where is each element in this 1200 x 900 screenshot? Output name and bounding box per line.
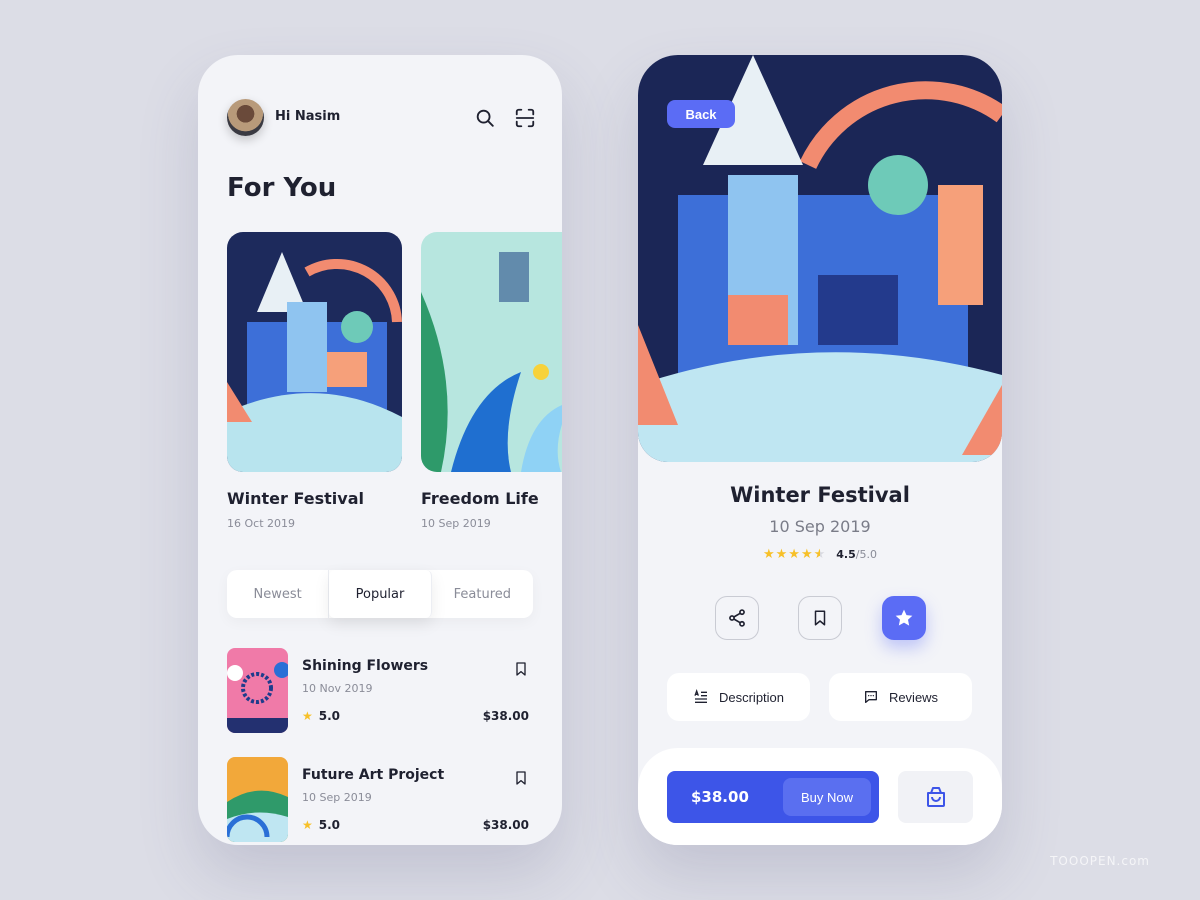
bookmark-icon[interactable] [513, 770, 529, 786]
purchase-panel: $38.00 Buy Now [667, 771, 879, 823]
future-art-project-thumbnail [227, 757, 288, 842]
item-price: $38.00 [482, 709, 529, 723]
star-icon: ★ [302, 818, 313, 832]
rating-value: 4.5 [836, 548, 856, 561]
watermark: TOOOPEN.com [1050, 854, 1150, 868]
item-title: Shining Flowers [302, 658, 429, 674]
scan-icon[interactable] [514, 107, 536, 129]
filter-tabs: Newest Popular Featured [227, 570, 533, 618]
winter-festival-artwork [227, 232, 402, 472]
item-date: 10 Sep 2019 [302, 791, 372, 804]
home-screen: Hi Nasim For You Winter Festival 16 Oct … [198, 55, 562, 845]
share-icon [729, 609, 745, 627]
cart-button[interactable] [898, 771, 973, 823]
detail-date: 10 Sep 2019 [769, 517, 871, 536]
tab-newest[interactable]: Newest [227, 570, 330, 618]
reviews-button[interactable]: Reviews [829, 673, 972, 721]
featured-date: 16 Oct 2019 [227, 517, 296, 530]
item-price: $38.00 [482, 818, 529, 832]
back-button[interactable]: Back [667, 100, 735, 128]
freedom-life-artwork [421, 232, 562, 472]
share-button[interactable] [715, 596, 759, 640]
text-align-icon [694, 689, 707, 703]
rating-value: 5.0 [318, 818, 341, 832]
featured-date: 10 Sep 2019 [421, 517, 491, 530]
featured-title: Winter Festival [227, 489, 364, 508]
chat-icon [864, 691, 877, 703]
tab-featured[interactable]: Featured [432, 570, 533, 618]
rating-value: 5.0 [318, 709, 341, 723]
featured-card-freedom-life[interactable] [421, 232, 562, 472]
item-title: Future Art Project [302, 767, 445, 783]
bookmark-icon [814, 610, 826, 626]
buy-now-button[interactable]: Buy Now [783, 778, 871, 816]
item-rating: ★ 5.0 [302, 818, 340, 832]
description-button[interactable]: Description [667, 673, 810, 721]
detail-rating: ★★★★★ 4.5/5.0 [638, 547, 1002, 562]
featured-card-winter-festival[interactable] [227, 232, 402, 472]
detail-screen: Back Winter Festival 10 Sep 2019 ★★★★★ 4… [638, 55, 1002, 845]
tab-popular[interactable]: Popular [329, 570, 432, 618]
favorite-button[interactable] [882, 596, 926, 640]
shining-flowers-thumbnail [227, 648, 288, 733]
description-label: Description [718, 689, 785, 705]
shopping-bag-icon [926, 787, 945, 807]
star-icon: ★ [302, 709, 313, 723]
item-rating: ★ 5.0 [302, 709, 340, 723]
list-item[interactable]: Shining Flowers 10 Nov 2019 ★ 5.0 $38.00 [227, 648, 533, 733]
featured-title: Freedom Life [421, 489, 539, 508]
bookmark-icon[interactable] [513, 661, 529, 677]
item-date: 10 Nov 2019 [302, 682, 373, 695]
search-icon[interactable] [474, 107, 496, 129]
rating-max: /5.0 [855, 548, 877, 561]
detail-title: Winter Festival [730, 483, 910, 507]
price: $38.00 [691, 788, 749, 806]
reviews-label: Reviews [888, 689, 939, 705]
star-icon [895, 609, 913, 626]
avatar[interactable] [227, 99, 264, 136]
list-item[interactable]: Future Art Project 10 Sep 2019 ★ 5.0 $38.… [227, 757, 533, 842]
bookmark-button[interactable] [798, 596, 842, 640]
page-title: For You [227, 173, 337, 203]
greeting: Hi Nasim [275, 109, 341, 124]
star-rating-icon: ★★★★★ [763, 547, 827, 562]
